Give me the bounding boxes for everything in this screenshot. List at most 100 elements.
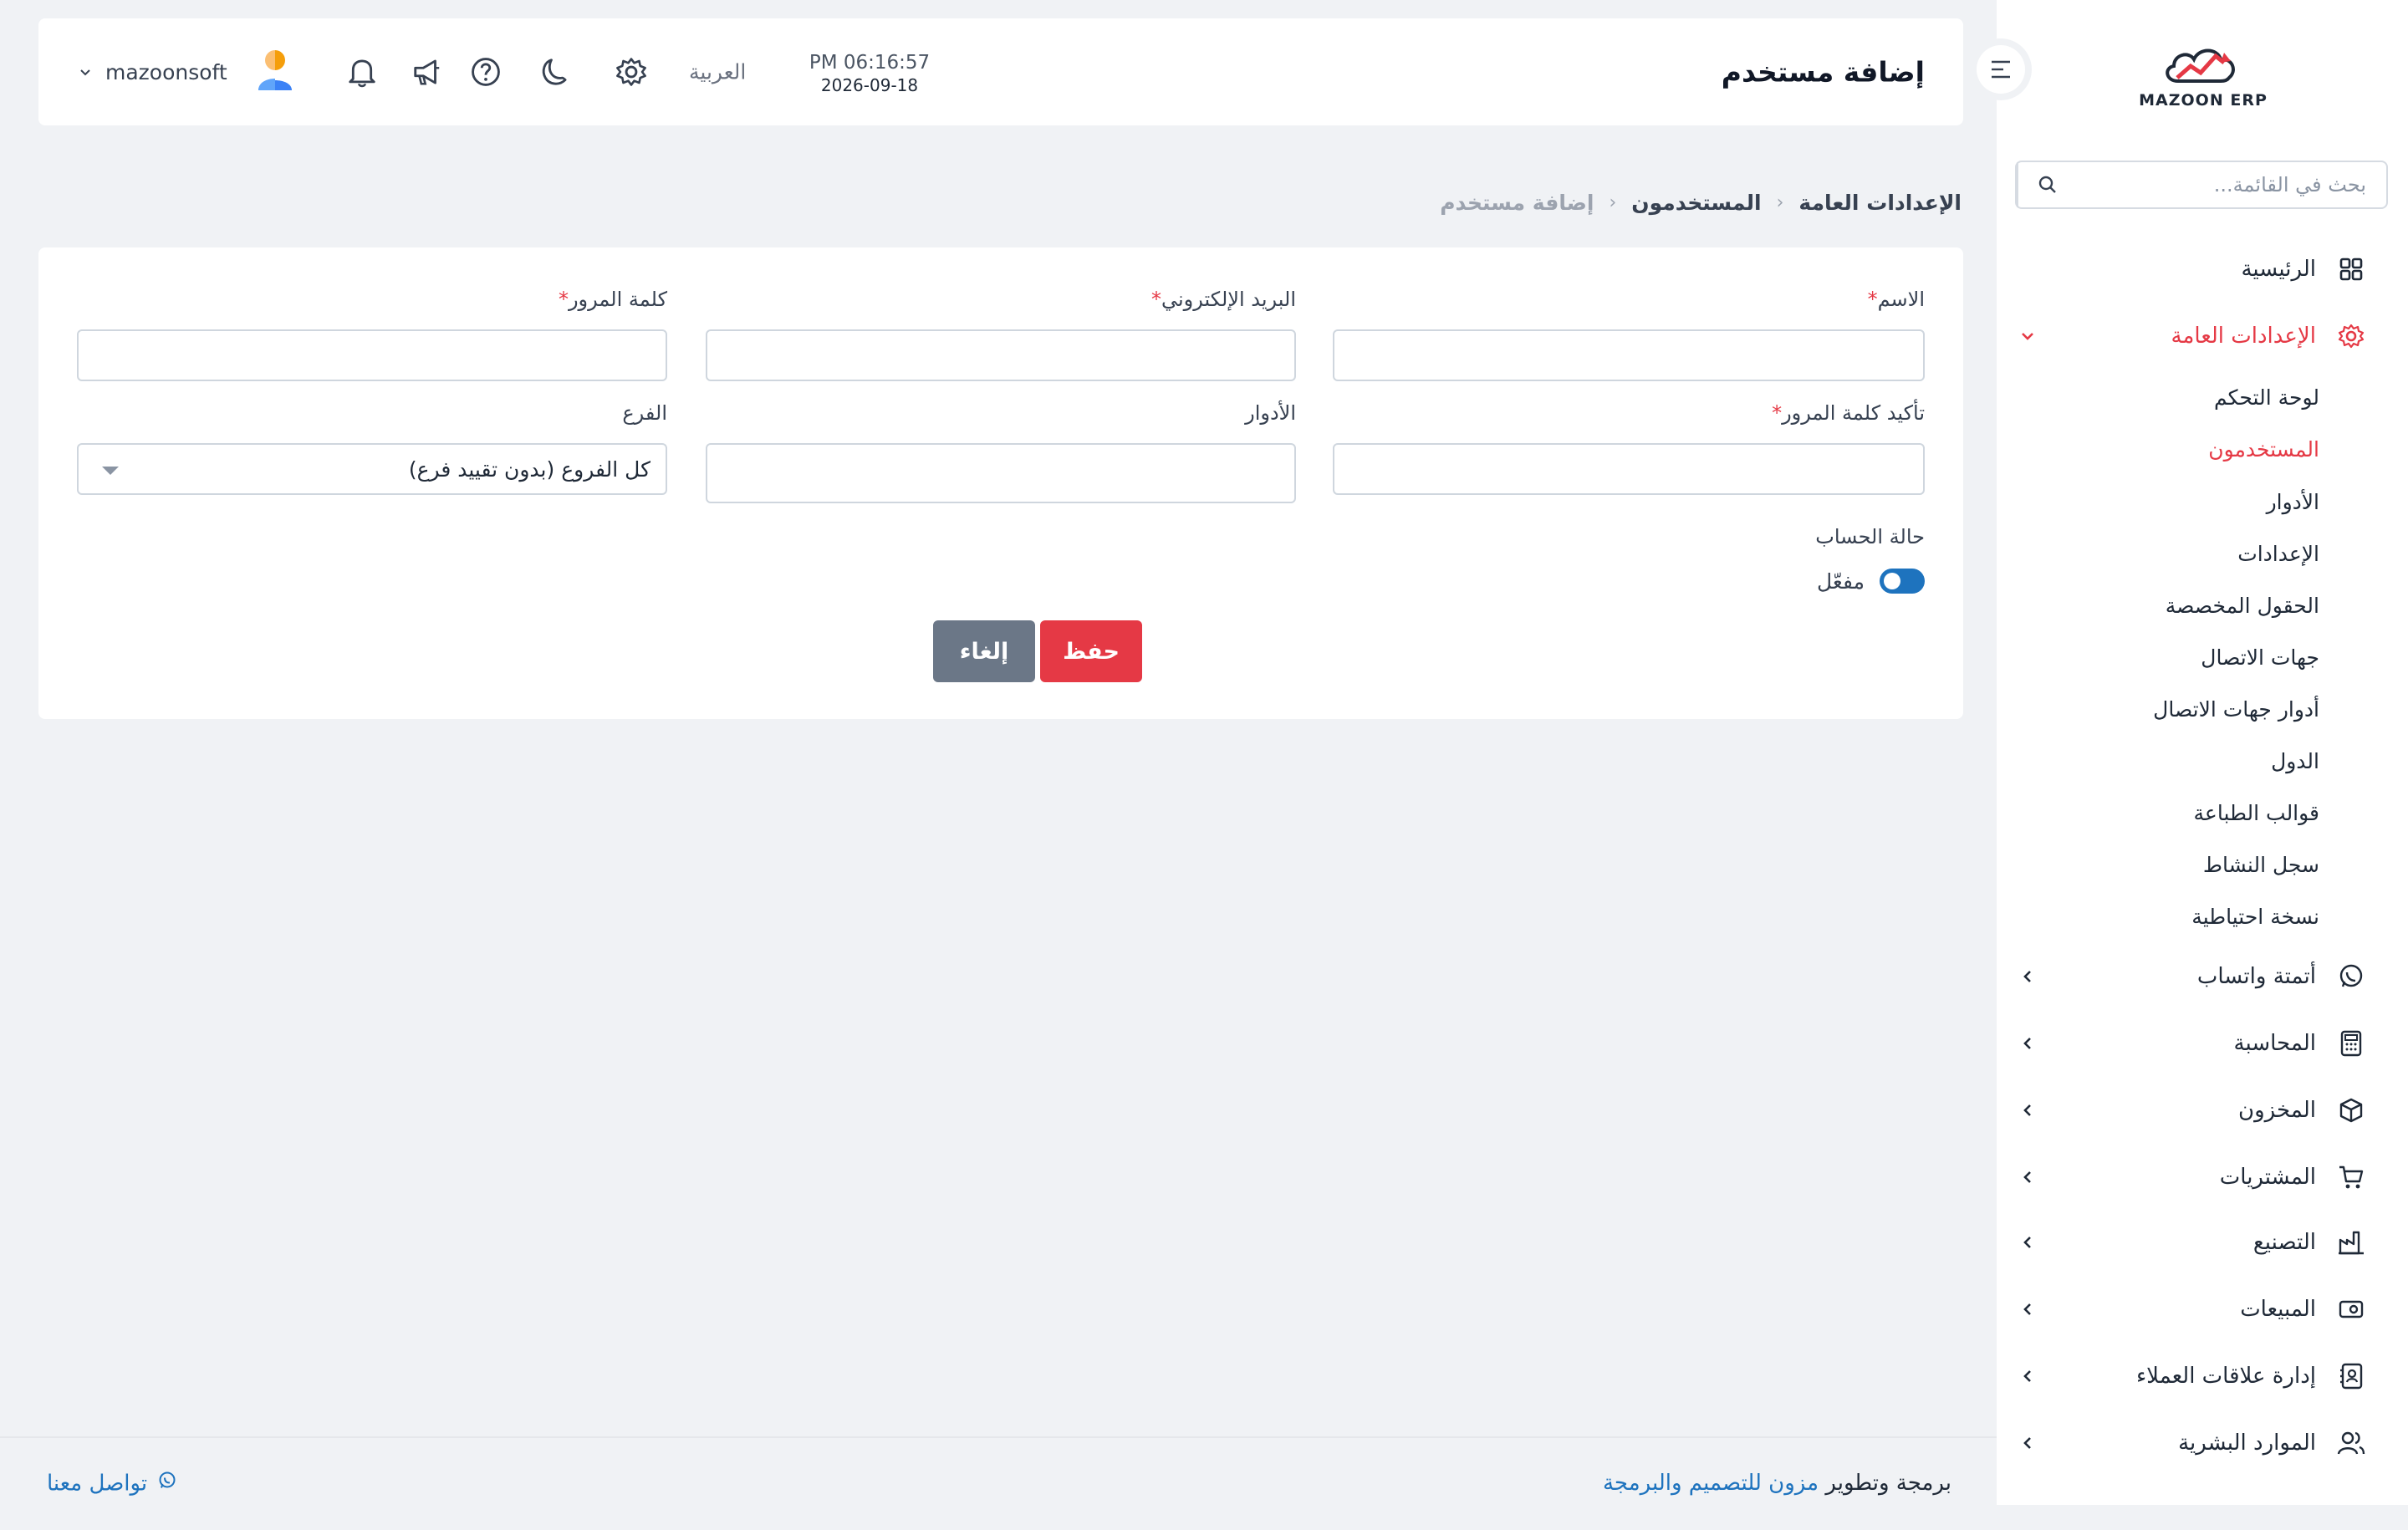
email-field[interactable]: [706, 329, 1296, 381]
name-label: الاسم*: [1867, 288, 1925, 311]
top-header: إضافة مستخدم PM 06:16:57 2026-09-18 العر…: [38, 18, 1963, 125]
sidebar-item-label: الرئيسية: [2241, 257, 2316, 282]
sidebar-subitem-dashboard[interactable]: لوحة التحكم: [2214, 380, 2319, 414]
account-status-toggle-group: مفعّل: [1817, 569, 1925, 594]
sidebar-subitem-users[interactable]: المستخدمون: [2208, 432, 2319, 466]
brand-logo[interactable]: MAZOON ERP: [2132, 33, 2274, 117]
sidebar-subitem-settings[interactable]: الإعدادات: [2237, 537, 2319, 570]
avatar: [256, 48, 294, 95]
sidebar-subitem-print-templates[interactable]: قوالب الطباعة: [2194, 796, 2319, 829]
sidebar-item-whatsapp-automation[interactable]: أتمتة واتساب: [2015, 953, 2366, 1000]
whatsapp-icon: [2336, 961, 2366, 992]
user-menu[interactable]: mazoonsoft: [79, 48, 294, 95]
branch-select[interactable]: كل الفروع (بدون تقييد فرع): [77, 443, 667, 495]
credit-link[interactable]: مزون للتصميم والبرمجة: [1603, 1471, 1819, 1496]
sidebar-item-general-settings[interactable]: الإعدادات العامة: [2015, 313, 2366, 360]
password-field[interactable]: [77, 329, 667, 381]
chevron-down-icon: [2015, 324, 2040, 349]
breadcrumb: الإعدادات العامة ‹ المستخدمون ‹ إضافة مس…: [1440, 191, 1962, 215]
sidebar-subitem-custom-fields[interactable]: الحقول المخصصة: [2166, 589, 2319, 622]
clock-time: PM 06:16:57: [809, 52, 931, 74]
sidebar-subitem-backup[interactable]: نسخة احتياطية: [2191, 900, 2319, 933]
breadcrumb-item-current: إضافة مستخدم: [1440, 191, 1594, 215]
sidebar-item-accounting[interactable]: المحاسبة: [2015, 1020, 2366, 1067]
breadcrumb-item-users[interactable]: المستخدمون: [1631, 191, 1761, 215]
sidebar-item-crm[interactable]: إدارة علاقات العملاء: [2015, 1353, 2366, 1400]
chevron-left-icon: ‹: [1776, 192, 1784, 213]
footer-credit: برمجة وتطوير مزون للتصميم والبرمجة: [1603, 1471, 1951, 1496]
name-field[interactable]: [1333, 329, 1925, 381]
sidebar-subitem-countries[interactable]: الدول: [2271, 744, 2319, 778]
breadcrumb-item-general-settings[interactable]: الإعدادات العامة: [1798, 191, 1962, 215]
sidebar-item-label: المبيعات: [2240, 1297, 2316, 1322]
megaphone-icon: [414, 59, 440, 85]
language-switcher[interactable]: العربية: [689, 60, 746, 84]
sidebar-subitem-activity-log[interactable]: سجل النشاط: [2203, 848, 2319, 881]
cash-icon: [2336, 1294, 2366, 1324]
roles-multiselect[interactable]: [706, 443, 1296, 503]
caret-down-icon: [102, 467, 119, 475]
account-status-toggle[interactable]: [1880, 569, 1925, 594]
required-mark: *: [1772, 401, 1783, 425]
sidebar-subitem-contact-roles[interactable]: أدوار جهات الاتصال: [2153, 692, 2319, 726]
sidebar-subitem-contacts[interactable]: جهات الاتصال: [2201, 640, 2319, 674]
password-label: كلمة المرور*: [558, 288, 667, 311]
chevron-left-icon: [2015, 964, 2040, 989]
save-button[interactable]: حفظ: [1040, 620, 1142, 682]
user-avatar-icon: [258, 50, 292, 90]
cloud-chart-logo-icon: [2166, 48, 2235, 83]
menu-search-input[interactable]: [2077, 162, 2386, 207]
sidebar-item-label: أتمتة واتساب: [2196, 964, 2316, 989]
sidebar-item-hr[interactable]: الموارد البشرية: [2015, 1420, 2366, 1466]
confirm-password-field[interactable]: [1333, 443, 1925, 495]
menu-icon: [1992, 60, 2010, 79]
dark-mode-button[interactable]: [535, 53, 574, 91]
chevron-left-icon: [2015, 1230, 2040, 1255]
roles-label: الأدوار: [1245, 401, 1296, 425]
page-title: إضافة مستخدم: [1721, 55, 1925, 89]
box-icon: [2336, 1095, 2366, 1125]
menu-search: [2015, 161, 2388, 209]
contacts-book-icon: [2336, 1361, 2366, 1391]
account-status-label: حالة الحساب: [1815, 525, 1925, 548]
sidebar-item-sales[interactable]: المبيعات: [2015, 1286, 2366, 1333]
search-button[interactable]: [2017, 162, 2077, 207]
announcements-button[interactable]: [408, 53, 446, 91]
branch-selected-value: كل الفروع (بدون تقييد فرع): [408, 456, 650, 482]
contact-us-link[interactable]: تواصل معنا: [47, 1471, 177, 1497]
footer: برمجة وتطوير مزون للتصميم والبرمجة تواصل…: [0, 1436, 1997, 1530]
chevron-left-icon: [2015, 1431, 2040, 1456]
required-mark: *: [1867, 288, 1878, 311]
chevron-left-icon: [2015, 1031, 2040, 1056]
add-user-form: الاسم* البريد الإلكتروني* كلمة المرور* ت…: [38, 247, 1963, 719]
account-status-value: مفعّل: [1816, 569, 1865, 594]
settings-button[interactable]: [612, 53, 650, 91]
sidebar-item-label: المخزون: [2238, 1098, 2316, 1123]
notifications-button[interactable]: [343, 53, 381, 91]
users-icon: [2336, 1428, 2366, 1458]
chevron-left-icon: [2015, 1098, 2040, 1123]
email-label: البريد الإلكتروني*: [1150, 288, 1296, 311]
required-mark: *: [1150, 288, 1161, 311]
sidebar-toggle-button[interactable]: [1970, 38, 2032, 100]
help-button[interactable]: [467, 53, 505, 91]
help-circle-icon: [472, 58, 500, 86]
sidebar-item-inventory[interactable]: المخزون: [2015, 1087, 2366, 1134]
factory-icon: [2336, 1227, 2366, 1257]
sidebar-item-label: الإعدادات العامة: [2171, 324, 2316, 349]
chevron-left-icon: [2015, 1165, 2040, 1190]
sidebar-item-manufacturing[interactable]: التصنيع: [2015, 1219, 2366, 1266]
sidebar-subitem-roles[interactable]: الأدوار: [2267, 485, 2319, 518]
calculator-icon: [2336, 1028, 2366, 1058]
sidebar-item-home[interactable]: الرئيسية: [2015, 246, 2366, 293]
cancel-button[interactable]: إلغاء: [933, 620, 1035, 682]
credit-prefix: برمجة وتطوير: [1825, 1471, 1951, 1496]
sidebar-item-label: التصنيع: [2252, 1230, 2316, 1255]
sidebar-item-label: المشتريات: [2219, 1165, 2316, 1190]
search-icon: [2038, 176, 2056, 193]
bell-icon: [349, 59, 375, 88]
sidebar-item-purchases[interactable]: المشتريات: [2015, 1154, 2366, 1201]
contact-us-label: تواصل معنا: [47, 1471, 148, 1496]
clock: PM 06:16:57 2026-09-18: [794, 52, 945, 95]
chevron-down-icon: [79, 64, 95, 80]
